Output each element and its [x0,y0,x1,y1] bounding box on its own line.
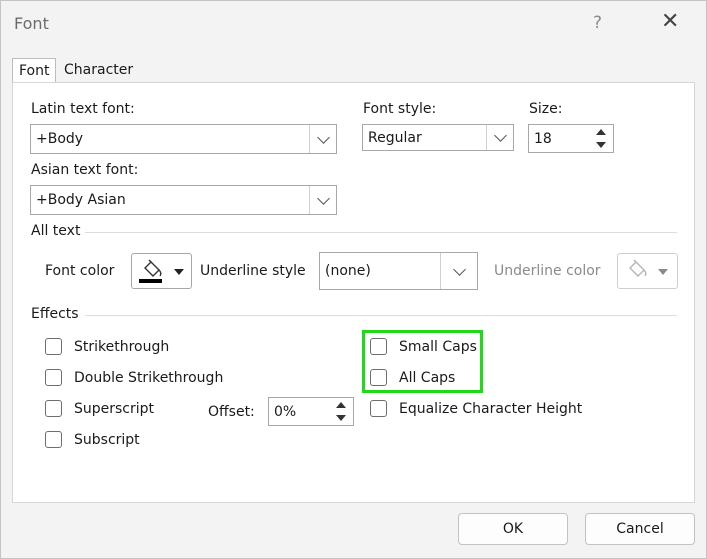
equalize-height-label: Equalize Character Height [399,401,583,417]
chevron-down-icon[interactable] [486,125,513,150]
section-divider [85,232,677,233]
underline-style-value: (none) [325,263,371,279]
asian-font-value: +Body Asian [36,192,126,208]
equalize-height-checkbox[interactable] [370,400,387,417]
offset-value: 0% [274,403,297,420]
font-dialog: Font ? ✕ Font Character Spacing Latin te… [0,0,707,559]
offset-label: Offset: [208,404,255,420]
chevron-down-icon[interactable] [309,186,336,214]
font-style-value: Regular [368,129,422,146]
tab-font[interactable]: Font [12,58,56,83]
asian-font-label: Asian text font: [31,162,139,178]
superscript-checkbox[interactable] [45,400,62,417]
spin-up-icon[interactable] [596,129,606,135]
offset-spinner[interactable]: 0% [268,397,354,426]
spin-down-icon[interactable] [596,142,606,148]
ok-button[interactable]: OK [458,513,568,545]
strikethrough-checkbox[interactable] [45,338,62,355]
size-label: Size: [529,101,563,117]
offset-spinner-arrows[interactable] [331,398,353,425]
highlight-box [362,330,483,393]
close-icon[interactable]: ✕ [661,11,679,33]
font-style-combo[interactable]: Regular [362,124,514,151]
help-button[interactable]: ? [593,13,602,33]
effects-section-label: Effects [31,306,79,322]
all-text-section-label: All text [31,223,81,239]
asian-font-combo[interactable]: +Body Asian [30,185,337,215]
underline-style-label: Underline style [200,263,306,279]
chevron-down-icon[interactable] [309,125,336,153]
underline-style-combo[interactable]: (none) [319,252,478,290]
spin-up-icon[interactable] [336,402,346,408]
subscript-label: Subscript [74,432,140,448]
paint-bucket-icon [139,259,184,283]
strikethrough-label: Strikethrough [74,339,170,355]
title-bar: Font ? ✕ [1,1,706,47]
spin-down-icon[interactable] [336,415,346,421]
latin-font-label: Latin text font: [31,101,135,117]
latin-font-value: +Body [36,131,84,147]
underline-color-button[interactable] [617,253,678,289]
section-divider [85,315,677,316]
size-value: 18 [534,130,552,147]
subscript-checkbox[interactable] [45,431,62,448]
double-strikethrough-checkbox[interactable] [45,369,62,386]
paint-bucket-icon [629,259,668,277]
font-color-label: Font color [45,263,115,279]
dialog-title: Font [14,14,49,33]
chevron-down-icon[interactable] [440,253,477,289]
double-strikethrough-label: Double Strikethrough [74,370,224,386]
underline-color-label: Underline color [494,263,601,279]
superscript-label: Superscript [74,401,155,417]
tab-character-spacing[interactable]: Character Spacing [58,58,133,102]
latin-font-combo[interactable]: +Body [30,124,337,154]
size-spinner-arrows[interactable] [591,125,613,152]
size-spinner[interactable]: 18 [528,124,614,153]
font-color-button[interactable] [131,253,192,289]
cancel-button[interactable]: Cancel [585,513,695,545]
font-style-label: Font style: [363,101,437,117]
